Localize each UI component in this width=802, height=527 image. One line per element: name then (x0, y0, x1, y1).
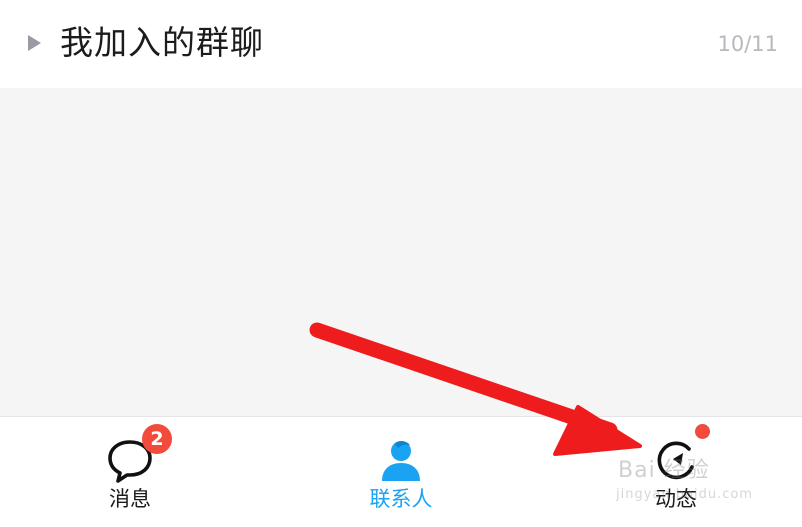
unread-badge: 2 (142, 424, 172, 454)
group-section-header[interactable]: 我加入的群聊 10/11 (0, 0, 802, 88)
group-count: 10/11 (717, 32, 778, 56)
group-title: 我加入的群聊 (60, 23, 264, 62)
contacts-person-icon (382, 441, 420, 481)
new-activity-dot (695, 424, 710, 439)
tab-label-contacts: 联系人 (369, 487, 433, 511)
watermark-url: jingyan.baidu.com (616, 487, 753, 502)
tab-contacts[interactable]: 联系人 (321, 417, 481, 527)
empty-list-area (0, 88, 802, 416)
tab-messages[interactable]: 2 消息 (50, 417, 210, 527)
tab-label-messages: 消息 (109, 487, 151, 511)
expand-caret-icon[interactable] (28, 35, 41, 51)
watermark: Bai 经验 (618, 458, 710, 483)
